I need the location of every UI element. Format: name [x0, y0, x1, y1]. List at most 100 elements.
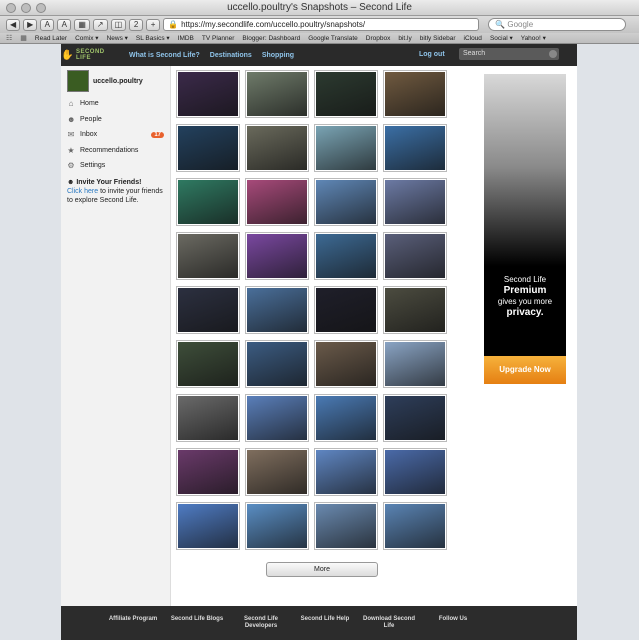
top-sites-icon[interactable]: ▦: [20, 34, 27, 42]
bookmark-item[interactable]: Blogger: Dashboard: [242, 35, 300, 42]
snapshot-thumbnail[interactable]: [314, 70, 378, 118]
snapshot-image: [316, 72, 376, 116]
site-search-input[interactable]: Search: [459, 48, 559, 60]
print-button[interactable]: ▦: [74, 18, 90, 31]
sidebar-item-home[interactable]: ⌂ Home: [61, 96, 170, 112]
snapshot-thumbnail[interactable]: [383, 502, 447, 550]
snapshot-thumbnail[interactable]: [383, 178, 447, 226]
snapshot-thumbnail[interactable]: [176, 448, 240, 496]
footer-link-download[interactable]: Download Second Life: [357, 616, 421, 630]
invite-click-here-link[interactable]: Click here: [67, 188, 98, 195]
sidebar-item-settings[interactable]: ⚙ Settings: [61, 158, 170, 174]
snapshot-thumbnail[interactable]: [245, 178, 309, 226]
nav-link-what-is[interactable]: What is Second Life?: [129, 52, 200, 59]
snapshot-thumbnail[interactable]: [383, 448, 447, 496]
bookmark-item[interactable]: News ▾: [107, 34, 128, 42]
text-smaller-button[interactable]: A: [40, 18, 55, 31]
search-go-button[interactable]: [549, 50, 557, 58]
snapshot-thumbnail[interactable]: [383, 340, 447, 388]
forward-button[interactable]: ▶: [23, 18, 38, 31]
tab-count-badge[interactable]: 2: [129, 18, 144, 31]
snapshot-thumbnail[interactable]: [314, 448, 378, 496]
snapshot-image: [385, 504, 445, 548]
snapshot-thumbnail[interactable]: [314, 502, 378, 550]
minimize-window-button[interactable]: [21, 3, 31, 13]
avatar[interactable]: [67, 70, 89, 92]
upgrade-now-button[interactable]: Upgrade Now: [484, 356, 566, 384]
footer-link-help[interactable]: Second Life Help: [293, 616, 357, 623]
tabs-button[interactable]: ◫: [110, 18, 127, 31]
snapshot-thumbnail[interactable]: [314, 340, 378, 388]
address-bar[interactable]: 🔒 https://my.secondlife.com/uccello.poul…: [163, 18, 480, 31]
snapshot-thumbnail[interactable]: [176, 394, 240, 442]
footer-link-affiliate[interactable]: Affiliate Program: [101, 616, 165, 623]
snapshot-thumbnail[interactable]: [314, 178, 378, 226]
bookmark-item[interactable]: TV Planner: [202, 35, 235, 42]
snapshot-image: [178, 450, 238, 494]
footer-link-follow-us[interactable]: Follow Us: [421, 616, 485, 623]
snapshot-thumbnail[interactable]: [383, 124, 447, 172]
snapshot-thumbnail[interactable]: [176, 70, 240, 118]
footer-link-blogs[interactable]: Second Life Blogs: [165, 616, 229, 623]
snapshot-thumbnail[interactable]: [176, 124, 240, 172]
second-life-logo[interactable]: ✋ SECOND LIFE: [61, 44, 119, 66]
text-larger-button[interactable]: A: [57, 18, 72, 31]
sidebar-item-inbox[interactable]: ✉ Inbox 17: [61, 127, 170, 143]
back-button[interactable]: ◀: [6, 18, 21, 31]
nav-link-shopping[interactable]: Shopping: [262, 52, 294, 59]
snapshot-thumbnail[interactable]: [245, 340, 309, 388]
snapshot-thumbnail[interactable]: [314, 394, 378, 442]
footer-link-developers[interactable]: Second Life Developers: [229, 616, 293, 630]
bookmark-item[interactable]: IMDB: [178, 35, 194, 42]
sidebar-item-recommendations[interactable]: ★ Recommendations: [61, 143, 170, 159]
snapshot-thumbnail[interactable]: [176, 502, 240, 550]
snapshot-image: [247, 234, 307, 278]
snapshot-thumbnail[interactable]: [245, 394, 309, 442]
premium-ad-banner[interactable]: Second Life Premium gives you more priva…: [484, 74, 566, 384]
snapshot-thumbnail[interactable]: [314, 286, 378, 334]
snapshot-thumbnail[interactable]: [245, 502, 309, 550]
bookmark-item[interactable]: SL Basics ▾: [136, 34, 170, 42]
snapshot-thumbnail[interactable]: [314, 124, 378, 172]
zoom-window-button[interactable]: [36, 3, 46, 13]
snapshot-image: [316, 450, 376, 494]
snapshot-thumbnail[interactable]: [245, 124, 309, 172]
new-tab-button[interactable]: +: [146, 18, 161, 31]
snapshot-thumbnail[interactable]: [245, 286, 309, 334]
bookmark-item[interactable]: bitly Sidebar: [420, 35, 456, 42]
snapshot-image: [316, 180, 376, 224]
bookmark-item[interactable]: bit.ly: [398, 35, 411, 42]
snapshot-thumbnail[interactable]: [176, 178, 240, 226]
snapshot-image: [247, 288, 307, 332]
snapshot-thumbnail[interactable]: [176, 340, 240, 388]
snapshot-thumbnail[interactable]: [176, 286, 240, 334]
snapshot-image: [178, 72, 238, 116]
reading-list-icon[interactable]: ☷: [6, 34, 12, 42]
bookmark-item[interactable]: Google Translate: [308, 35, 358, 42]
snapshot-thumbnail[interactable]: [383, 286, 447, 334]
sidebar-item-people[interactable]: ☻ People: [61, 112, 170, 128]
bookmark-item[interactable]: Dropbox: [366, 35, 391, 42]
snapshot-image: [247, 342, 307, 386]
snapshot-thumbnail[interactable]: [383, 70, 447, 118]
invite-friends-box: ☻ Invite Your Friends! Click here to inv…: [61, 174, 170, 209]
bookmark-item[interactable]: Read Later: [35, 35, 67, 42]
more-button[interactable]: More: [266, 562, 378, 577]
snapshot-thumbnail[interactable]: [245, 232, 309, 280]
nav-link-destinations[interactable]: Destinations: [210, 52, 252, 59]
snapshot-thumbnail[interactable]: [245, 448, 309, 496]
snapshot-thumbnail[interactable]: [383, 232, 447, 280]
snapshot-thumbnail[interactable]: [383, 394, 447, 442]
bookmark-item[interactable]: Social ▾: [490, 34, 513, 42]
snapshot-thumbnail[interactable]: [245, 70, 309, 118]
username[interactable]: uccello.poultry: [93, 78, 143, 85]
close-window-button[interactable]: [6, 3, 16, 13]
logout-link[interactable]: Log out: [419, 51, 445, 58]
snapshot-thumbnail[interactable]: [176, 232, 240, 280]
share-button[interactable]: ↗: [92, 18, 108, 31]
search-input[interactable]: 🔍 Google: [488, 18, 627, 31]
bookmark-item[interactable]: Yahoo! ▾: [521, 34, 546, 42]
bookmark-item[interactable]: Comix ▾: [75, 34, 99, 42]
snapshot-thumbnail[interactable]: [314, 232, 378, 280]
bookmark-item[interactable]: iCloud: [464, 35, 482, 42]
